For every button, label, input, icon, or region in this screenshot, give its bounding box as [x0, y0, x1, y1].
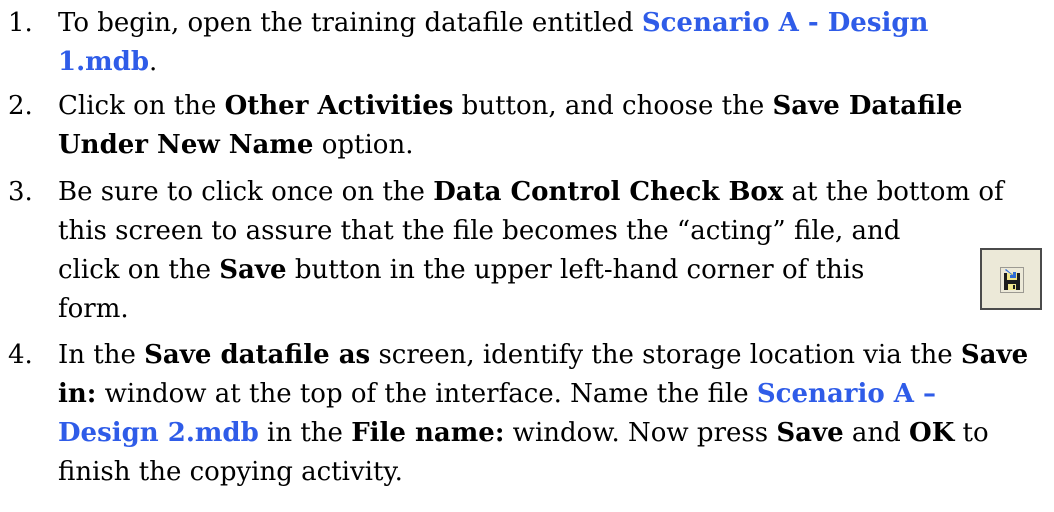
text: Click on the — [58, 91, 225, 121]
text: in the — [258, 418, 352, 448]
text: form. — [58, 294, 129, 324]
text: button in the upper left-hand corner of … — [286, 255, 865, 285]
step-1-line-1: To begin, open the training datafile ent… — [58, 4, 928, 43]
datafile-link[interactable]: 1.mdb — [58, 47, 149, 77]
text: this screen to assure that the file beco… — [58, 216, 901, 246]
bold-term: Save — [776, 418, 844, 448]
step-2-line-1: Click on the Other Activities button, an… — [58, 87, 962, 126]
bold-term: File name: — [351, 418, 505, 448]
text: window. Now press — [504, 418, 777, 448]
step-4-line-4: finish the copying activity. — [58, 453, 403, 492]
step-number: 1. — [8, 8, 33, 38]
step-1-line-2: 1.mdb. — [58, 43, 157, 82]
text: screen, identify the storage location vi… — [370, 340, 961, 370]
bold-term: in: — [58, 379, 97, 409]
datafile-link[interactable]: Scenario A – — [757, 379, 936, 409]
text: To begin, open the training datafile ent… — [58, 8, 642, 38]
bold-term: Other Activities — [224, 91, 454, 121]
step-number: 3. — [8, 177, 33, 207]
floppy-disk-save-icon — [1000, 267, 1024, 293]
step-2-line-2: Under New Name option. — [58, 126, 413, 165]
step-4-line-1: In the Save datafile as screen, identify… — [58, 336, 1028, 375]
step-number: 2. — [8, 91, 33, 121]
bold-term: Data Control Check Box — [433, 177, 784, 207]
bold-term: Save — [960, 340, 1029, 370]
step-3-line-2: this screen to assure that the file beco… — [58, 212, 900, 251]
text: . — [149, 47, 158, 77]
save-button-image — [980, 248, 1042, 310]
text: at the bottom of — [783, 177, 1004, 207]
datafile-link[interactable]: Scenario A - Design — [642, 8, 929, 38]
text: button, and choose the — [453, 91, 773, 121]
bold-term: Under New Name — [58, 130, 314, 160]
step-3-line-4: form. — [58, 290, 129, 329]
bold-term: Save Datafile — [772, 91, 963, 121]
step-number: 4. — [8, 340, 33, 370]
bold-term: Save — [219, 255, 287, 285]
text: to — [954, 418, 989, 448]
text: and — [843, 418, 910, 448]
bold-term: Save datafile as — [144, 340, 371, 370]
datafile-link[interactable]: Design 2.mdb — [58, 418, 259, 448]
text: In the — [58, 340, 145, 370]
text: click on the — [58, 255, 220, 285]
text: Be sure to click once on the — [58, 177, 434, 207]
step-4-line-3: Design 2.mdb in the File name: window. N… — [58, 414, 989, 453]
step-4-line-2: in: window at the top of the interface. … — [58, 375, 936, 414]
text: option. — [313, 130, 414, 160]
step-3-line-3: click on the Save button in the upper le… — [58, 251, 864, 290]
text: finish the copying activity. — [58, 457, 403, 487]
step-3-line-1: Be sure to click once on the Data Contro… — [58, 173, 1004, 212]
bold-term: OK — [909, 418, 955, 448]
text: window at the top of the interface. Name… — [96, 379, 757, 409]
